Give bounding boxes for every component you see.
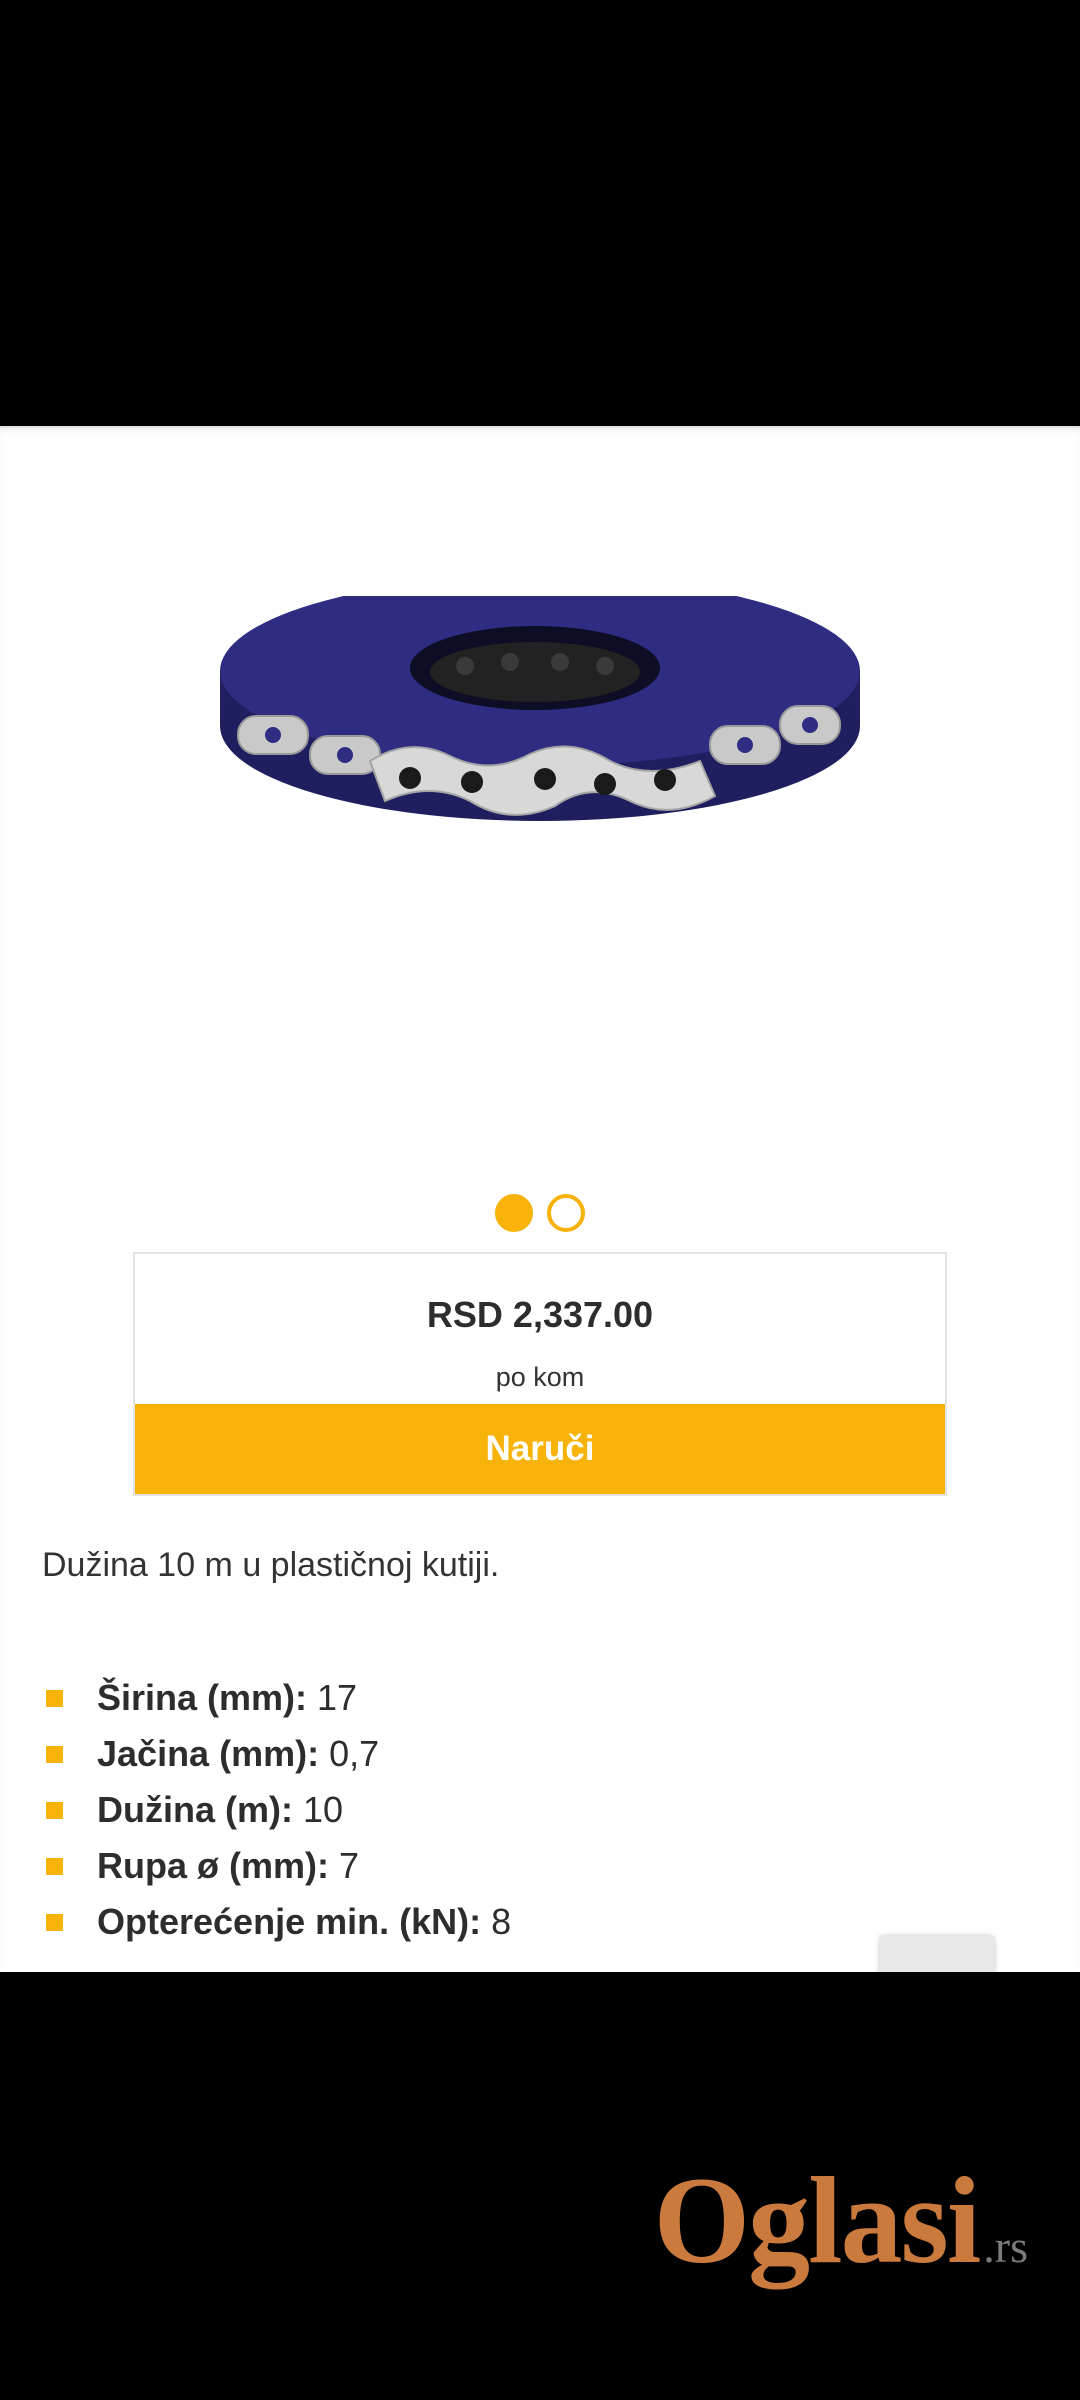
product-description: Dužina 10 m u plastičnoj kutiji. (42, 1546, 500, 1584)
oglasi-watermark: Oglasi .rs (654, 2150, 1028, 2292)
list-item: Rupa ø (mm): 7 (42, 1838, 511, 1894)
price-box: RSD 2,337.00 po kom Naruči (133, 1252, 947, 1496)
spec-label: Dužina (m): (97, 1789, 293, 1830)
price-unit: po kom (495, 1362, 585, 1392)
product-image (220, 596, 860, 821)
bullet-icon (46, 1913, 63, 1931)
watermark-logo-text: Oglasi (653, 2152, 982, 2289)
list-item: Jačina (mm): 0,7 (42, 1726, 511, 1782)
list-item: Dužina (m): 10 (42, 1782, 511, 1838)
product-page: RSD 2,337.00 po kom Naruči Dužina 10 m u… (0, 426, 1080, 1976)
gallery-dot-2[interactable] (547, 1194, 585, 1232)
top-letterbox (0, 0, 1080, 426)
spec-label: Rupa ø (mm): (97, 1845, 329, 1886)
bullet-icon (46, 1689, 63, 1707)
spec-value: 10 (302, 1789, 344, 1830)
spec-label: Širina (mm): (97, 1677, 308, 1718)
list-item: Opterećenje min. (kN): 8 (42, 1894, 511, 1950)
watermark-domain: .rs (983, 2221, 1028, 2272)
order-button[interactable]: Naruči (135, 1404, 945, 1494)
spec-list: Širina (mm): 17 Jačina (mm): 0,7 Dužina … (42, 1670, 511, 1950)
spec-value: 17 (317, 1677, 358, 1718)
list-item: Širina (mm): 17 (42, 1670, 511, 1726)
spec-label: Opterećenje min. (kN): (97, 1901, 482, 1942)
spec-value: 7 (338, 1845, 360, 1886)
bullet-icon (46, 1745, 63, 1763)
bullet-icon (46, 1801, 63, 1819)
gallery-dot-1[interactable] (495, 1194, 533, 1232)
bullet-icon (46, 1857, 63, 1875)
spec-label: Jačina (mm): (97, 1733, 320, 1774)
gallery-pagination (0, 1194, 1080, 1232)
scroll-to-top-button[interactable] (880, 1936, 994, 1976)
spec-value: 8 (491, 1901, 512, 1942)
price: RSD 2,337.00 (426, 1294, 654, 1335)
spec-value: 0,7 (329, 1733, 380, 1774)
